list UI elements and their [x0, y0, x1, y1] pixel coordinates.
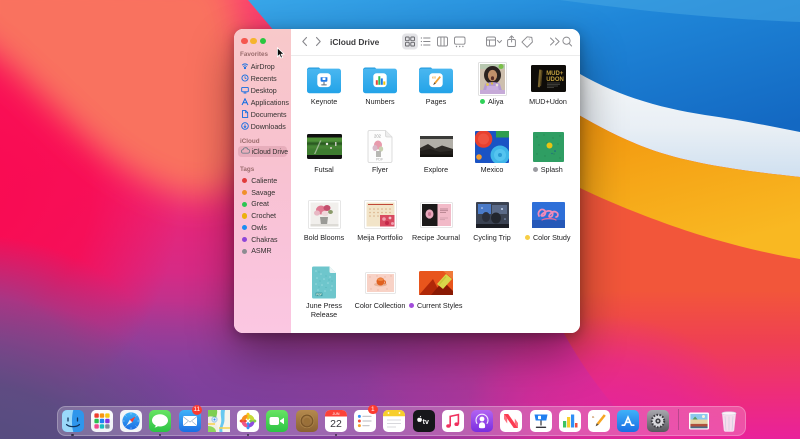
- svg-text:JUN: JUN: [332, 411, 339, 415]
- svg-text:PDF: PDF: [316, 292, 322, 296]
- svg-text:UDON: UDON: [546, 77, 564, 83]
- svg-text:tv: tv: [422, 419, 428, 426]
- svg-text:22: 22: [330, 418, 342, 430]
- svg-text:202: 202: [374, 134, 382, 139]
- svg-text:PDF: PDF: [376, 158, 384, 162]
- svg-text:ex: ex: [432, 75, 436, 79]
